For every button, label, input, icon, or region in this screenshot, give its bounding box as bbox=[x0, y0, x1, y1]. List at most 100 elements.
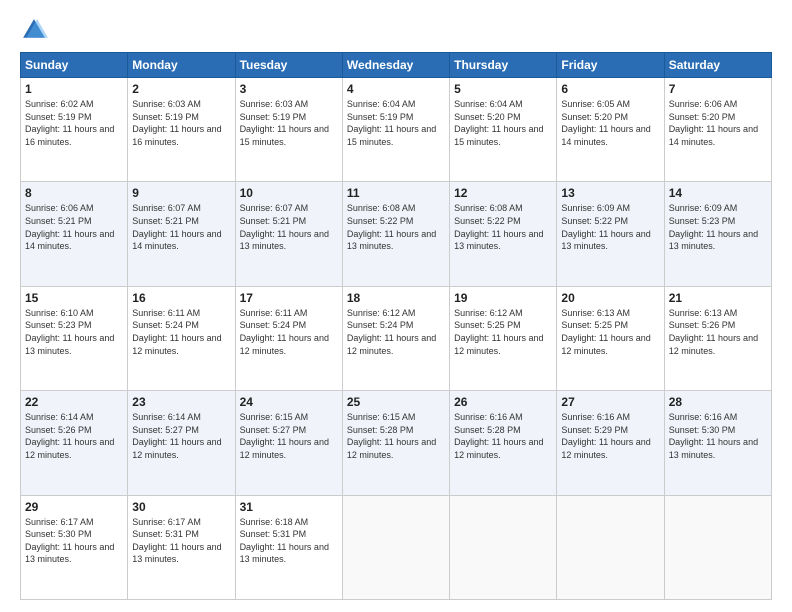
day-info: Sunrise: 6:08 AM Sunset: 5:22 PM Dayligh… bbox=[454, 202, 552, 252]
day-info: Sunrise: 6:12 AM Sunset: 5:24 PM Dayligh… bbox=[347, 307, 445, 357]
day-cell: 20 Sunrise: 6:13 AM Sunset: 5:25 PM Dayl… bbox=[557, 286, 664, 390]
day-cell: 4 Sunrise: 6:04 AM Sunset: 5:19 PM Dayli… bbox=[342, 78, 449, 182]
calendar-body: 1 Sunrise: 6:02 AM Sunset: 5:19 PM Dayli… bbox=[21, 78, 772, 600]
day-header-monday: Monday bbox=[128, 53, 235, 78]
week-row-1: 1 Sunrise: 6:02 AM Sunset: 5:19 PM Dayli… bbox=[21, 78, 772, 182]
day-cell bbox=[450, 495, 557, 599]
day-cell: 9 Sunrise: 6:07 AM Sunset: 5:21 PM Dayli… bbox=[128, 182, 235, 286]
day-number: 29 bbox=[25, 500, 123, 514]
day-cell: 28 Sunrise: 6:16 AM Sunset: 5:30 PM Dayl… bbox=[664, 391, 771, 495]
day-info: Sunrise: 6:10 AM Sunset: 5:23 PM Dayligh… bbox=[25, 307, 123, 357]
day-cell: 16 Sunrise: 6:11 AM Sunset: 5:24 PM Dayl… bbox=[128, 286, 235, 390]
day-info: Sunrise: 6:15 AM Sunset: 5:28 PM Dayligh… bbox=[347, 411, 445, 461]
day-number: 5 bbox=[454, 82, 552, 96]
day-info: Sunrise: 6:03 AM Sunset: 5:19 PM Dayligh… bbox=[132, 98, 230, 148]
day-number: 1 bbox=[25, 82, 123, 96]
day-number: 11 bbox=[347, 186, 445, 200]
day-number: 24 bbox=[240, 395, 338, 409]
day-number: 9 bbox=[132, 186, 230, 200]
day-cell: 6 Sunrise: 6:05 AM Sunset: 5:20 PM Dayli… bbox=[557, 78, 664, 182]
week-row-3: 15 Sunrise: 6:10 AM Sunset: 5:23 PM Dayl… bbox=[21, 286, 772, 390]
day-header-wednesday: Wednesday bbox=[342, 53, 449, 78]
day-number: 19 bbox=[454, 291, 552, 305]
day-cell: 17 Sunrise: 6:11 AM Sunset: 5:24 PM Dayl… bbox=[235, 286, 342, 390]
day-cell: 26 Sunrise: 6:16 AM Sunset: 5:28 PM Dayl… bbox=[450, 391, 557, 495]
day-header-thursday: Thursday bbox=[450, 53, 557, 78]
day-number: 25 bbox=[347, 395, 445, 409]
day-cell: 7 Sunrise: 6:06 AM Sunset: 5:20 PM Dayli… bbox=[664, 78, 771, 182]
day-number: 15 bbox=[25, 291, 123, 305]
day-cell: 11 Sunrise: 6:08 AM Sunset: 5:22 PM Dayl… bbox=[342, 182, 449, 286]
day-info: Sunrise: 6:17 AM Sunset: 5:31 PM Dayligh… bbox=[132, 516, 230, 566]
day-header-sunday: Sunday bbox=[21, 53, 128, 78]
day-cell bbox=[557, 495, 664, 599]
day-info: Sunrise: 6:17 AM Sunset: 5:30 PM Dayligh… bbox=[25, 516, 123, 566]
day-cell: 30 Sunrise: 6:17 AM Sunset: 5:31 PM Dayl… bbox=[128, 495, 235, 599]
day-number: 26 bbox=[454, 395, 552, 409]
day-info: Sunrise: 6:16 AM Sunset: 5:29 PM Dayligh… bbox=[561, 411, 659, 461]
day-header-friday: Friday bbox=[557, 53, 664, 78]
day-info: Sunrise: 6:02 AM Sunset: 5:19 PM Dayligh… bbox=[25, 98, 123, 148]
day-info: Sunrise: 6:07 AM Sunset: 5:21 PM Dayligh… bbox=[240, 202, 338, 252]
day-number: 2 bbox=[132, 82, 230, 96]
day-cell: 8 Sunrise: 6:06 AM Sunset: 5:21 PM Dayli… bbox=[21, 182, 128, 286]
calendar-table: SundayMondayTuesdayWednesdayThursdayFrid… bbox=[20, 52, 772, 600]
day-info: Sunrise: 6:12 AM Sunset: 5:25 PM Dayligh… bbox=[454, 307, 552, 357]
day-number: 3 bbox=[240, 82, 338, 96]
header bbox=[20, 16, 772, 44]
day-cell: 14 Sunrise: 6:09 AM Sunset: 5:23 PM Dayl… bbox=[664, 182, 771, 286]
day-info: Sunrise: 6:14 AM Sunset: 5:26 PM Dayligh… bbox=[25, 411, 123, 461]
day-info: Sunrise: 6:07 AM Sunset: 5:21 PM Dayligh… bbox=[132, 202, 230, 252]
day-number: 18 bbox=[347, 291, 445, 305]
day-cell bbox=[664, 495, 771, 599]
calendar-header-row: SundayMondayTuesdayWednesdayThursdayFrid… bbox=[21, 53, 772, 78]
day-info: Sunrise: 6:06 AM Sunset: 5:20 PM Dayligh… bbox=[669, 98, 767, 148]
day-info: Sunrise: 6:15 AM Sunset: 5:27 PM Dayligh… bbox=[240, 411, 338, 461]
day-cell: 1 Sunrise: 6:02 AM Sunset: 5:19 PM Dayli… bbox=[21, 78, 128, 182]
day-info: Sunrise: 6:09 AM Sunset: 5:22 PM Dayligh… bbox=[561, 202, 659, 252]
day-number: 21 bbox=[669, 291, 767, 305]
day-cell: 25 Sunrise: 6:15 AM Sunset: 5:28 PM Dayl… bbox=[342, 391, 449, 495]
day-number: 17 bbox=[240, 291, 338, 305]
day-cell: 27 Sunrise: 6:16 AM Sunset: 5:29 PM Dayl… bbox=[557, 391, 664, 495]
week-row-2: 8 Sunrise: 6:06 AM Sunset: 5:21 PM Dayli… bbox=[21, 182, 772, 286]
day-info: Sunrise: 6:04 AM Sunset: 5:19 PM Dayligh… bbox=[347, 98, 445, 148]
day-cell: 15 Sunrise: 6:10 AM Sunset: 5:23 PM Dayl… bbox=[21, 286, 128, 390]
day-number: 22 bbox=[25, 395, 123, 409]
day-info: Sunrise: 6:18 AM Sunset: 5:31 PM Dayligh… bbox=[240, 516, 338, 566]
day-number: 6 bbox=[561, 82, 659, 96]
day-info: Sunrise: 6:11 AM Sunset: 5:24 PM Dayligh… bbox=[240, 307, 338, 357]
day-cell: 31 Sunrise: 6:18 AM Sunset: 5:31 PM Dayl… bbox=[235, 495, 342, 599]
day-cell bbox=[342, 495, 449, 599]
week-row-5: 29 Sunrise: 6:17 AM Sunset: 5:30 PM Dayl… bbox=[21, 495, 772, 599]
day-info: Sunrise: 6:16 AM Sunset: 5:30 PM Dayligh… bbox=[669, 411, 767, 461]
day-cell: 10 Sunrise: 6:07 AM Sunset: 5:21 PM Dayl… bbox=[235, 182, 342, 286]
day-cell: 3 Sunrise: 6:03 AM Sunset: 5:19 PM Dayli… bbox=[235, 78, 342, 182]
day-number: 31 bbox=[240, 500, 338, 514]
logo-icon bbox=[20, 16, 48, 44]
logo bbox=[20, 16, 52, 44]
day-cell: 18 Sunrise: 6:12 AM Sunset: 5:24 PM Dayl… bbox=[342, 286, 449, 390]
day-cell: 19 Sunrise: 6:12 AM Sunset: 5:25 PM Dayl… bbox=[450, 286, 557, 390]
day-cell: 22 Sunrise: 6:14 AM Sunset: 5:26 PM Dayl… bbox=[21, 391, 128, 495]
day-info: Sunrise: 6:09 AM Sunset: 5:23 PM Dayligh… bbox=[669, 202, 767, 252]
day-number: 14 bbox=[669, 186, 767, 200]
page: SundayMondayTuesdayWednesdayThursdayFrid… bbox=[0, 0, 792, 612]
day-cell: 29 Sunrise: 6:17 AM Sunset: 5:30 PM Dayl… bbox=[21, 495, 128, 599]
day-number: 10 bbox=[240, 186, 338, 200]
day-number: 28 bbox=[669, 395, 767, 409]
day-number: 27 bbox=[561, 395, 659, 409]
day-number: 16 bbox=[132, 291, 230, 305]
day-cell: 23 Sunrise: 6:14 AM Sunset: 5:27 PM Dayl… bbox=[128, 391, 235, 495]
day-info: Sunrise: 6:04 AM Sunset: 5:20 PM Dayligh… bbox=[454, 98, 552, 148]
day-number: 23 bbox=[132, 395, 230, 409]
day-info: Sunrise: 6:11 AM Sunset: 5:24 PM Dayligh… bbox=[132, 307, 230, 357]
day-cell: 12 Sunrise: 6:08 AM Sunset: 5:22 PM Dayl… bbox=[450, 182, 557, 286]
day-header-tuesday: Tuesday bbox=[235, 53, 342, 78]
day-info: Sunrise: 6:05 AM Sunset: 5:20 PM Dayligh… bbox=[561, 98, 659, 148]
day-number: 12 bbox=[454, 186, 552, 200]
day-info: Sunrise: 6:13 AM Sunset: 5:26 PM Dayligh… bbox=[669, 307, 767, 357]
day-cell: 5 Sunrise: 6:04 AM Sunset: 5:20 PM Dayli… bbox=[450, 78, 557, 182]
day-cell: 21 Sunrise: 6:13 AM Sunset: 5:26 PM Dayl… bbox=[664, 286, 771, 390]
day-info: Sunrise: 6:13 AM Sunset: 5:25 PM Dayligh… bbox=[561, 307, 659, 357]
